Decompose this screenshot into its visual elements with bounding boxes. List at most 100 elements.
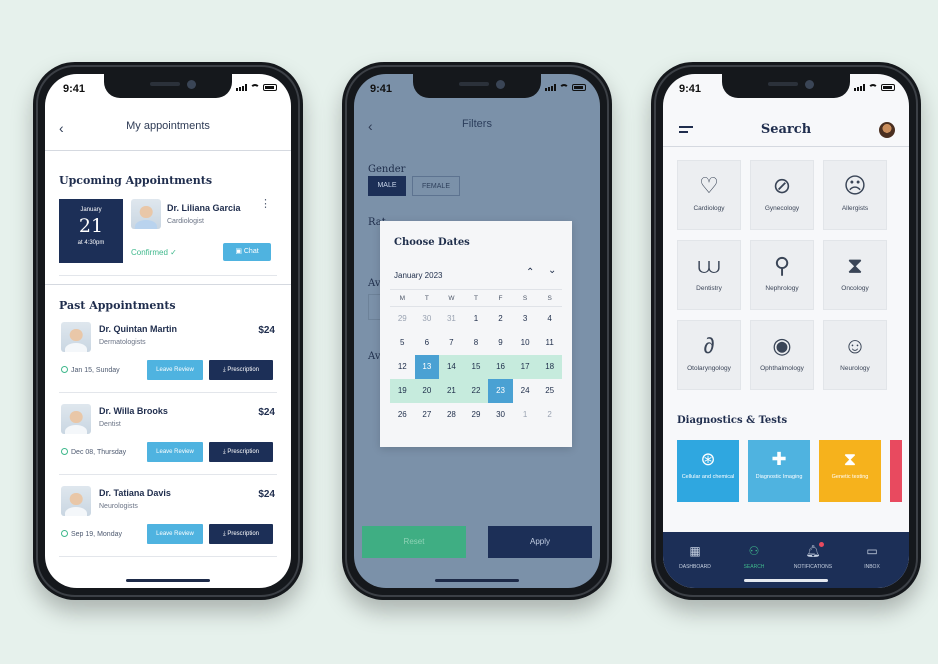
calendar-day[interactable]: 13 xyxy=(414,355,440,379)
page-title: My appointments xyxy=(126,120,210,132)
diagnostic-tile[interactable] xyxy=(890,440,902,502)
heart-icon: ♡ xyxy=(699,173,719,198)
prescription-button[interactable]: ⤓ Prescription xyxy=(209,442,273,462)
calendar-day[interactable]: 14 xyxy=(439,355,464,379)
tab-search[interactable]: ⚇ SEARCH xyxy=(726,542,782,570)
avatar xyxy=(131,199,161,229)
specialty-label: Allergists xyxy=(841,205,869,212)
prescription-button[interactable]: ⤓ Prescription xyxy=(209,360,273,380)
tab-dashboard[interactable]: ▦ DASHBOARD xyxy=(667,542,723,570)
upcoming-time: at 4:30pm xyxy=(77,240,105,246)
calendar-day[interactable]: 3 xyxy=(513,307,538,331)
upcoming-card[interactable]: January 21 at 4:30pm Dr. Liliana Garcia … xyxy=(59,199,273,265)
specialty-tile[interactable]: ☹ Allergists xyxy=(823,160,887,230)
calendar-day[interactable]: 25 xyxy=(537,379,562,403)
calendar-day[interactable]: 27 xyxy=(415,403,440,427)
calendar-day[interactable]: 6 xyxy=(415,331,440,355)
past-title: Past Appointments xyxy=(59,299,176,312)
calendar-day[interactable]: 24 xyxy=(513,379,538,403)
divider xyxy=(59,556,277,557)
calendar-day[interactable]: 2 xyxy=(488,307,513,331)
calendar-month: January 2023 xyxy=(394,271,443,280)
date-box: January 21 at 4:30pm xyxy=(59,199,123,263)
specialty-tile[interactable]: ⧗ Oncology xyxy=(823,240,887,310)
diagnostic-tile[interactable]: ✚ Diagnostic Imaging xyxy=(748,440,810,502)
calendar-day[interactable]: 1 xyxy=(464,307,489,331)
doctor-name: Dr. Willa Brooks xyxy=(99,406,168,416)
leave-review-button[interactable]: Leave Review xyxy=(147,360,203,380)
doctor-specialty: Dentist xyxy=(99,421,121,428)
specialty-tile[interactable]: ∂ Otolaryngology xyxy=(677,320,741,390)
weekday-label: T xyxy=(424,295,429,302)
calendar-day[interactable]: 21 xyxy=(439,379,464,403)
filters-screen: 9:41 ‹ Filters Gender MALE FEMALE Rat Av… xyxy=(354,74,600,588)
diagnostic-tile[interactable]: ⧗ Genetic testing xyxy=(819,440,881,502)
calendar-day[interactable]: 12 xyxy=(390,355,415,379)
specialty-tile[interactable]: ♡ Cardiology xyxy=(677,160,741,230)
leave-review-button[interactable]: Leave Review xyxy=(147,524,203,544)
calendar-day[interactable]: 31 xyxy=(439,307,464,331)
calendar-day[interactable]: 30 xyxy=(415,307,440,331)
apply-button[interactable]: Apply xyxy=(488,526,592,558)
diagnostic-tile[interactable]: ⊛ Cellular and chemical xyxy=(677,440,739,502)
calendar-day[interactable]: 4 xyxy=(537,307,562,331)
home-indicator xyxy=(126,579,210,582)
chevron-down-icon[interactable]: ⌄ xyxy=(548,265,556,276)
weekday-label: T xyxy=(473,295,478,302)
diagnostic-label: Cellular and chemical xyxy=(681,474,735,480)
calendar-day[interactable]: 8 xyxy=(464,331,489,355)
calendar-day[interactable]: 16 xyxy=(488,355,513,379)
reset-button[interactable]: Reset xyxy=(362,526,466,558)
ear-icon: ∂ xyxy=(703,333,715,358)
calendar-day[interactable]: 5 xyxy=(390,331,415,355)
tab-inbox[interactable]: ▭ INBOX xyxy=(844,542,900,570)
clock-icon xyxy=(61,530,68,537)
status-time: 9:41 xyxy=(370,83,393,95)
chat-button[interactable]: ▣ Chat xyxy=(223,243,271,261)
specialty-tile[interactable]: ◉ Ophthalmology xyxy=(750,320,814,390)
specialty-tile[interactable]: ☺ Neurology xyxy=(823,320,887,390)
calendar-day[interactable]: 9 xyxy=(488,331,513,355)
battery-icon xyxy=(881,84,895,91)
calendar-day[interactable]: 20 xyxy=(414,379,440,403)
back-icon[interactable]: ‹ xyxy=(368,118,373,134)
doctor-specialty: Cardiologist xyxy=(167,218,204,225)
more-icon[interactable]: ⋮ xyxy=(260,199,271,210)
specialty-label: Cardiology xyxy=(693,205,725,212)
calendar-day[interactable]: 26 xyxy=(390,403,415,427)
specialty-label: Nephrology xyxy=(765,285,799,292)
calendar-day[interactable]: 18 xyxy=(537,355,562,379)
leave-review-button[interactable]: Leave Review xyxy=(147,442,203,462)
calendar-day[interactable]: 1 xyxy=(513,403,538,427)
male-button[interactable]: MALE xyxy=(368,176,406,196)
specialty-tile[interactable]: ⊘ Gynecology xyxy=(750,160,814,230)
calendar-day[interactable]: 28 xyxy=(439,403,464,427)
avatar xyxy=(61,322,91,352)
specialty-tile[interactable]: ⩊ Dentistry xyxy=(677,240,741,310)
calendar-day[interactable]: 15 xyxy=(463,355,489,379)
calendar-day[interactable]: 19 xyxy=(390,379,415,403)
calendar-day[interactable]: 11 xyxy=(537,331,562,355)
status-time: 9:41 xyxy=(63,83,86,95)
calendar-day[interactable]: 29 xyxy=(464,403,489,427)
calendar-day[interactable]: 2 xyxy=(537,403,562,427)
tab-notifications[interactable]: 🔔︎ NOTIFICATIONS xyxy=(785,542,841,570)
prescription-button[interactable]: ⤓ Prescription xyxy=(209,524,273,544)
calendar-day[interactable]: 7 xyxy=(439,331,464,355)
uterus-icon: ⊘ xyxy=(772,173,792,198)
calendar-day[interactable]: 17 xyxy=(512,355,538,379)
avatar[interactable] xyxy=(879,122,895,138)
calendar-day[interactable]: 10 xyxy=(513,331,538,355)
calendar-day[interactable]: 22 xyxy=(463,379,489,403)
calendar-day[interactable]: 23 xyxy=(488,379,513,403)
calendar-day[interactable]: 30 xyxy=(488,403,513,427)
calendar-week: 5 6 7 8 9 10 11 xyxy=(390,331,562,355)
female-button[interactable]: FEMALE xyxy=(412,176,460,196)
specialty-tile[interactable]: ⚲ Nephrology xyxy=(750,240,814,310)
chevron-up-icon[interactable]: ⌃ xyxy=(526,267,534,278)
specialty-label: Gynecology xyxy=(764,205,800,212)
back-icon[interactable]: ‹ xyxy=(59,120,64,136)
avatar xyxy=(61,404,91,434)
signal-icon xyxy=(545,84,556,91)
calendar-day[interactable]: 29 xyxy=(390,307,415,331)
